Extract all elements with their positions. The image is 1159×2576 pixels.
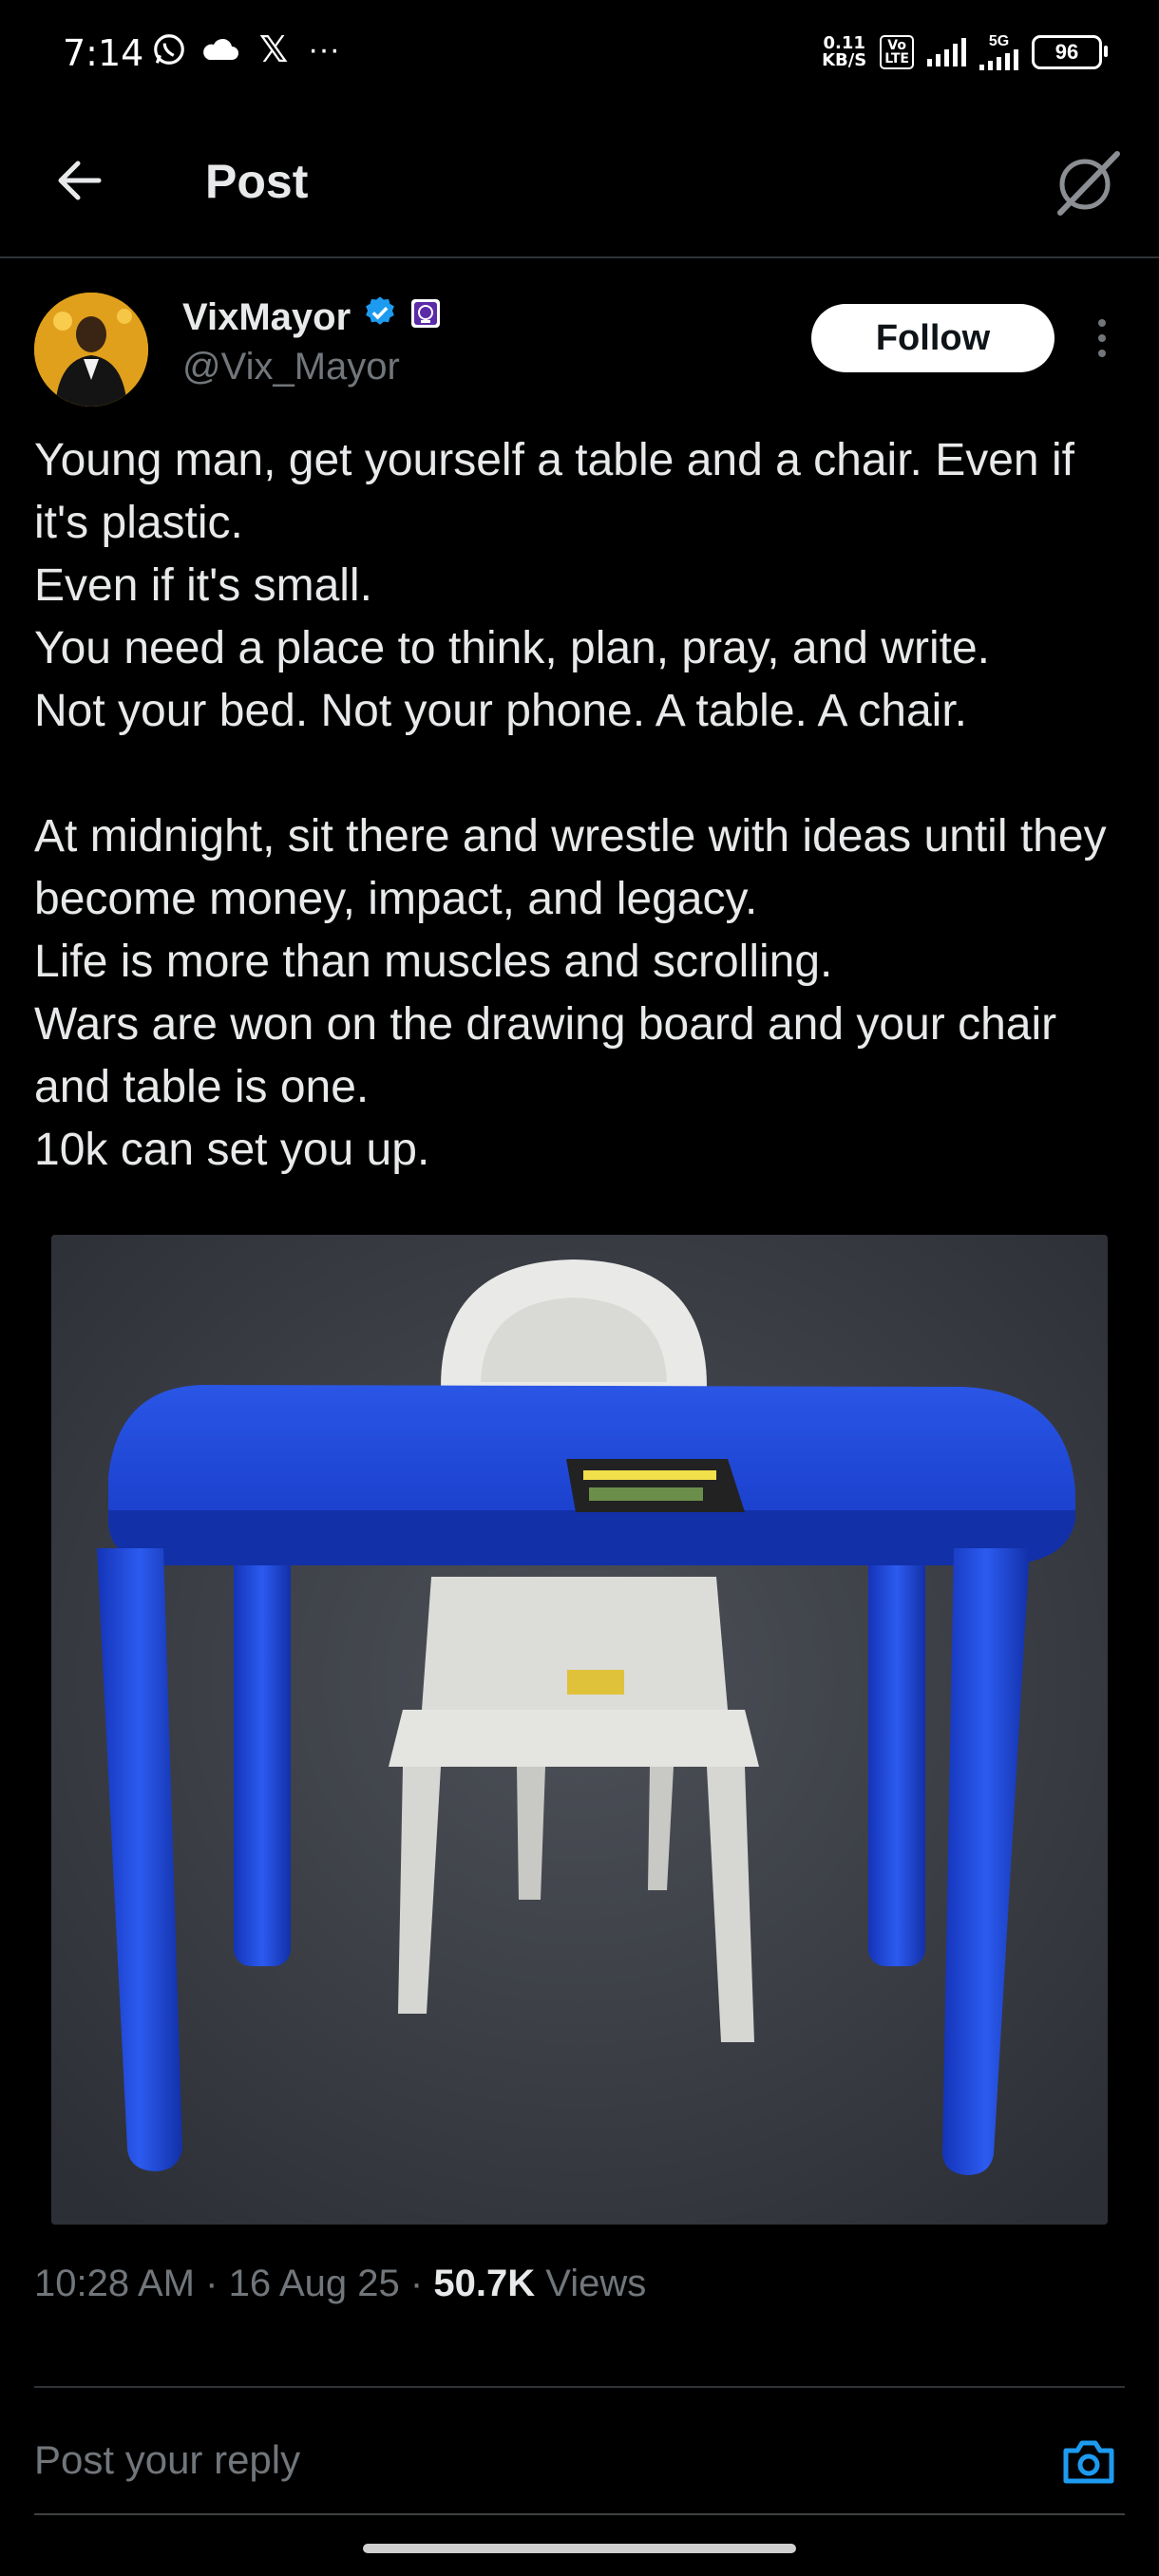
x-logo-icon: 𝕏 bbox=[258, 29, 289, 70]
avatar[interactable] bbox=[34, 293, 148, 407]
post-date: 16 Aug 25 bbox=[228, 2263, 400, 2304]
more-options-icon[interactable] bbox=[1091, 310, 1113, 367]
signal-5g-icon: 5G bbox=[979, 34, 1018, 70]
meta-separator: · bbox=[205, 2263, 218, 2304]
back-arrow-icon[interactable] bbox=[49, 147, 116, 214]
author-name[interactable]: VixMayor bbox=[182, 296, 351, 339]
post-line: Even if it's small. bbox=[34, 560, 372, 611]
post-text: Young man, get yourself a table and a ch… bbox=[34, 429, 1136, 1182]
reply-input[interactable]: Post your reply bbox=[34, 2437, 300, 2483]
post-line: Not your bed. Not your phone. A table. A… bbox=[34, 686, 967, 736]
post-meta: 10:28 AM · 16 Aug 25 · 50.7K Views bbox=[34, 2263, 646, 2305]
post-image[interactable] bbox=[51, 1235, 1108, 2225]
cloud-icon bbox=[198, 28, 243, 70]
author-name-row[interactable]: VixMayor bbox=[182, 294, 442, 340]
whatsapp-icon bbox=[148, 28, 190, 70]
signal-icon bbox=[927, 38, 966, 66]
network-speed: 0.11 KB/S bbox=[822, 33, 867, 70]
meta-separator: · bbox=[409, 2263, 424, 2304]
top-app-bar: Post bbox=[0, 104, 1159, 258]
battery-icon: 96 bbox=[1032, 35, 1108, 69]
affiliate-badge-icon bbox=[409, 296, 442, 339]
post-time: 10:28 AM bbox=[34, 2263, 196, 2304]
volte-badge: Vo LTE bbox=[880, 35, 914, 69]
post-line: Life is more than muscles and scrolling. bbox=[34, 937, 833, 987]
author-handle[interactable]: @Vix_Mayor bbox=[182, 346, 400, 388]
post-line: You need a place to think, plan, pray, a… bbox=[34, 623, 991, 673]
post-line: Wars are won on the drawing board and yo… bbox=[34, 999, 1070, 1112]
divider bbox=[34, 2386, 1125, 2388]
home-indicator[interactable] bbox=[363, 2544, 796, 2553]
more-notifications-icon: ··· bbox=[308, 30, 340, 67]
post-line: Young man, get yourself a table and a ch… bbox=[34, 435, 1088, 548]
status-right: 0.11 KB/S Vo LTE 5G 96 bbox=[822, 28, 1108, 76]
status-time: 7:14 bbox=[63, 32, 144, 74]
status-bar: 7:14 𝕏 ··· 0.11 KB/S Vo LTE 5G 96 bbox=[0, 0, 1159, 104]
follow-button[interactable]: Follow bbox=[811, 304, 1054, 372]
camera-icon[interactable] bbox=[1058, 2432, 1119, 2492]
views-count[interactable]: 50.7K bbox=[433, 2263, 535, 2304]
page-title: Post bbox=[205, 155, 309, 208]
verified-badge-icon bbox=[362, 294, 398, 340]
grok-icon[interactable] bbox=[1051, 146, 1123, 218]
divider bbox=[34, 2513, 1125, 2515]
post-line: 10k can set you up. bbox=[34, 1125, 430, 1175]
post-line: At midnight, sit there and wrestle with … bbox=[34, 811, 1119, 924]
views-label[interactable]: Views bbox=[545, 2263, 646, 2304]
battery-level: 96 bbox=[1054, 40, 1079, 64]
